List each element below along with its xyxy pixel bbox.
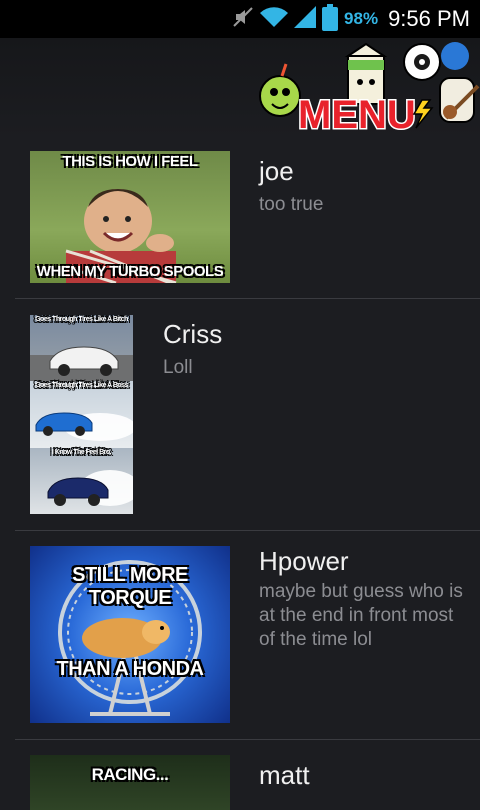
signal-icon: [294, 5, 317, 33]
meme-image-thumbnail: THIS IS HOW I FEEL WHEN MY TURBO SPOOLS: [30, 151, 230, 283]
status-bar: 98% 9:56 PM: [0, 0, 480, 38]
mute-icon: [232, 6, 254, 33]
message-text: Loll: [163, 357, 193, 378]
panel-caption: I Know The Feel Bro.: [51, 449, 112, 456]
wifi-icon: [260, 6, 289, 33]
sender-name: Hpower: [259, 546, 349, 576]
list-item[interactable]: STILL MORE TORQUE THAN A HONDA Hpower ma…: [15, 531, 480, 740]
panel-1: Goes Through Tires Like A Bitch: [30, 315, 133, 381]
sender-name: matt: [259, 760, 310, 790]
meme-top-text: THIS IS HOW I FEEL: [62, 153, 198, 170]
guitar-character-icon: [439, 77, 480, 123]
panel-2: Goes Through Tires Like A Boss: [30, 381, 133, 448]
meme-image-thumbnail: STILL MORE TORQUE THAN A HONDA: [30, 546, 230, 723]
meme-image-thumbnail: Goes Through Tires Like A Bitch Goes Thr…: [30, 315, 133, 514]
list-item[interactable]: THIS IS HOW I FEEL WHEN MY TURBO SPOOLS …: [15, 136, 480, 299]
clock: 9:56 PM: [388, 6, 470, 31]
panel-caption: Goes Through Tires Like A Boss: [35, 382, 128, 389]
meme-image-thumbnail: RACING...: [30, 755, 230, 810]
list-item[interactable]: Goes Through Tires Like A Bitch Goes Thr…: [15, 299, 480, 531]
sender-name: Criss: [163, 319, 223, 349]
panel-3: I Know The Feel Bro.: [30, 448, 133, 514]
message-text: maybe but guess who is at the end in fro…: [259, 581, 463, 650]
blue-car-icon: [35, 412, 133, 441]
white-car-icon: [30, 346, 133, 381]
panel-caption: Goes Through Tires Like A Bitch: [35, 316, 128, 323]
message-list: THIS IS HOW I FEEL WHEN MY TURBO SPOOLS …: [0, 136, 480, 810]
menu-button[interactable]: MENU: [250, 38, 480, 139]
message-text: too true: [259, 194, 324, 215]
meme-bottom-text: WHEN MY TURBO SPOOLS: [36, 263, 224, 280]
apple-character-icon: [259, 63, 301, 117]
battery-percent: 98%: [344, 9, 379, 28]
menu-logo-text: MENU: [298, 93, 416, 137]
sender-name: joe: [259, 156, 294, 186]
meme-top-text: STILL MORE TORQUE: [72, 564, 188, 609]
eyeball-character-icon: [403, 42, 469, 81]
navy-car-icon: [47, 470, 133, 506]
battery-icon: [322, 4, 339, 31]
action-bar: MENU: [0, 38, 480, 139]
meme-bottom-text: THAN A HONDA: [56, 658, 204, 680]
meme-top-text: RACING...: [91, 765, 169, 784]
